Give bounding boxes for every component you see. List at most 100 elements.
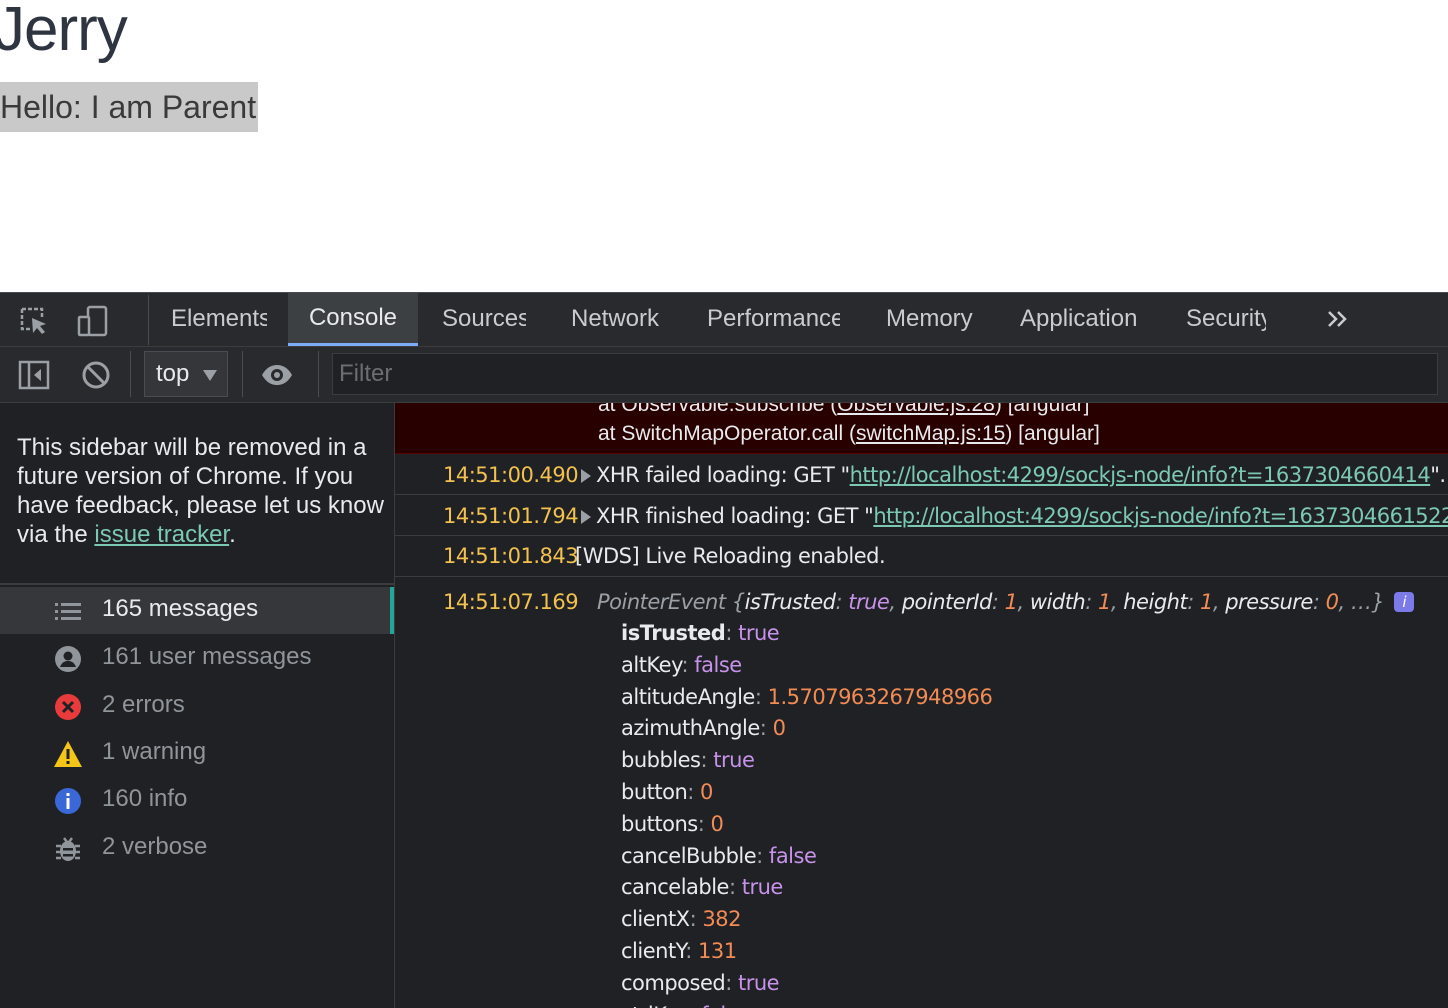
tab-elements[interactable]: Elements — [171, 293, 267, 346]
event-log-row: 14:51:07.169 PointerEvent {isTrusted: tr… — [395, 577, 1448, 1008]
property-key: isTrusted — [621, 621, 726, 645]
property-colon: : — [697, 811, 711, 836]
error-icon — [53, 692, 83, 722]
page-content: Jerry Hello: I am Parent — [0, 0, 1448, 292]
stack-frame-suffix: ) [angular] — [994, 403, 1090, 416]
sidebar-item-label: 2 verbose — [102, 833, 208, 860]
event-property: buttons: 0 — [621, 811, 724, 836]
sidebar-item-label: 160 info — [102, 785, 188, 812]
sidebar-item-label: 161 user messages — [102, 643, 312, 670]
summary-key: pointerId — [901, 590, 993, 614]
log-message-text: XHR finished loading: GET " — [596, 504, 874, 528]
summary-comma: , — [889, 590, 902, 614]
property-key: ctrlKey — [621, 1003, 689, 1008]
tab-performance[interactable]: Performance — [707, 293, 840, 346]
context-selector[interactable]: top — [144, 351, 228, 397]
sidebar-item-user-messages[interactable]: 161 user messages — [0, 635, 394, 682]
eye-icon[interactable] — [260, 359, 294, 391]
property-value: true — [738, 621, 780, 645]
property-key: button — [621, 780, 688, 804]
property-colon: : — [689, 907, 703, 932]
expand-triangle-icon[interactable] — [581, 510, 591, 524]
event-property: azimuthAngle: 0 — [621, 716, 786, 741]
property-value: 1.5707963267948966 — [767, 684, 993, 709]
tab-sources[interactable]: Sources — [442, 293, 526, 346]
summary-key: isTrusted — [744, 590, 836, 614]
summary-colon: : — [991, 590, 1005, 614]
user-icon — [53, 644, 83, 674]
devtools-panel: Elements Console Sources Network Perform… — [0, 292, 1448, 1008]
event-summary[interactable]: PointerEvent {isTrusted: true, pointerId… — [597, 590, 1415, 614]
tab-network[interactable]: Network — [571, 293, 671, 346]
log-message: XHR failed loading: GET "http://localhos… — [596, 463, 1446, 487]
summary-colon: : — [1312, 590, 1326, 614]
log-message-suffix: ". — [1430, 463, 1446, 487]
event-property: clientY: 131 — [621, 939, 737, 963]
property-value: true — [741, 875, 784, 900]
sidebar-item-info[interactable]: 160 info — [0, 777, 394, 824]
property-value: true — [713, 748, 755, 773]
stack-frame: at SwitchMapOperator.call (switchMap.js:… — [598, 422, 1100, 446]
property-value: 382 — [702, 907, 741, 932]
property-value: 0 — [772, 716, 786, 741]
summary-key: height — [1123, 590, 1188, 614]
notice-suffix: . — [229, 521, 236, 548]
summary-comma: , — [1212, 590, 1226, 614]
property-colon: : — [688, 1003, 701, 1008]
summary-value: true — [848, 590, 890, 614]
sidebar-item-messages[interactable]: 165 messages — [0, 587, 394, 634]
property-value: false — [694, 652, 742, 677]
stack-frame-prefix: at Observable.subscribe ( — [598, 403, 838, 416]
property-key: clientX — [621, 907, 690, 932]
property-key: composed — [621, 970, 726, 995]
summary-colon: : — [1187, 590, 1200, 614]
event-property: button: 0 — [621, 780, 713, 804]
stack-frame-link[interactable]: Observable.js:28 — [837, 403, 995, 416]
toolbar-separator — [148, 295, 149, 345]
device-toolbar-icon[interactable] — [76, 305, 110, 337]
dropdown-arrow-icon — [203, 370, 217, 381]
sidebar-deprecation-notice: This sidebar will be removed in a future… — [17, 433, 387, 549]
context-label: top — [156, 360, 190, 387]
log-url-link[interactable]: http://localhost:4299/sockjs-node/info?t… — [873, 504, 1448, 528]
property-value: 131 — [697, 939, 737, 963]
summary-value: 0 — [1325, 590, 1339, 614]
log-row: 14:51:01.843 [WDS] Live Reloading enable… — [395, 536, 1448, 577]
stack-frame-prefix: at SwitchMapOperator.call ( — [598, 422, 856, 445]
object-info-icon[interactable]: i — [1394, 592, 1415, 612]
summary-comma: , — [1110, 590, 1124, 614]
log-url-link[interactable]: http://localhost:4299/sockjs-node/info?t… — [850, 463, 1431, 487]
hello-text: Hello: I am Parent — [0, 82, 259, 132]
log-timestamp: 14:51:07.169 — [443, 590, 579, 614]
log-message: XHR finished loading: GET "http://localh… — [596, 504, 1448, 528]
stack-frame-link[interactable]: switchMap.js:15 — [856, 422, 1005, 445]
tab-memory[interactable]: Memory — [886, 293, 986, 346]
summary-value: 1 — [1199, 590, 1213, 614]
double-chevron-right-icon[interactable] — [1322, 303, 1354, 335]
sidebar-item-errors[interactable]: 2 errors — [0, 683, 394, 730]
property-value: 0 — [710, 811, 724, 836]
error-stack-block: at Observable.subscribe (Observable.js:2… — [395, 403, 1448, 454]
property-colon: : — [754, 684, 768, 709]
tab-security[interactable]: Security — [1186, 293, 1266, 346]
property-key: cancelBubble — [621, 843, 757, 868]
clear-console-icon[interactable] — [80, 359, 114, 391]
property-key: clientY — [621, 939, 686, 963]
log-timestamp: 14:51:01.794 — [443, 504, 579, 528]
sidebar-item-verbose[interactable]: 2 verbose — [0, 825, 394, 872]
event-property: cancelBubble: false — [621, 843, 817, 868]
sidebar-toggle-icon[interactable] — [17, 359, 51, 391]
property-colon: : — [681, 652, 695, 677]
inspect-element-icon[interactable] — [18, 305, 52, 337]
issue-tracker-link[interactable]: issue tracker — [94, 521, 229, 548]
event-property: clientX: 382 — [621, 907, 741, 931]
property-colon: : — [728, 875, 742, 900]
filter-input[interactable] — [332, 353, 1438, 395]
sidebar-item-warnings[interactable]: 1 warning — [0, 730, 394, 777]
tab-console[interactable]: Console — [288, 293, 418, 346]
event-property: altKey: false — [621, 653, 742, 677]
expand-triangle-icon[interactable] — [581, 469, 591, 483]
sidebar-divider — [0, 583, 394, 585]
tab-application[interactable]: Application — [1020, 293, 1150, 346]
console-messages: at Observable.subscribe (Observable.js:2… — [395, 403, 1448, 1008]
